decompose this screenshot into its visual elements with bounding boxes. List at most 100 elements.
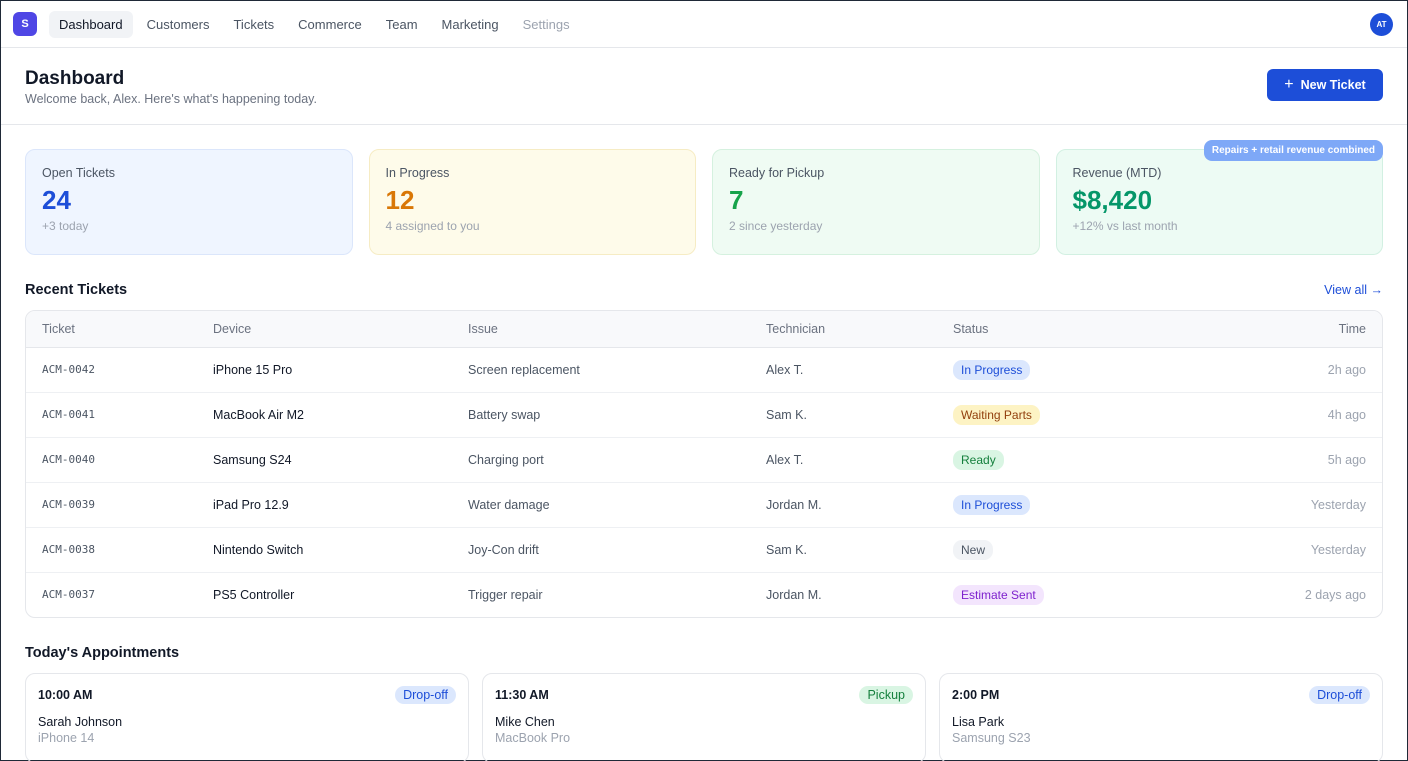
recent-tickets-header: Recent Tickets View all →: [1, 282, 1407, 298]
appointment-time: 10:00 AM: [38, 688, 93, 702]
device: Samsung S24: [213, 437, 468, 483]
device: iPhone 15 Pro: [213, 347, 468, 393]
column-header-status[interactable]: Status: [953, 311, 1153, 348]
stats-row: Open Tickets 24 +3 today In Progress 12 …: [1, 125, 1407, 255]
revenue-tooltip: Repairs + retail revenue combined: [1203, 140, 1383, 161]
time: 2 days ago: [1304, 587, 1366, 602]
tab-marketing[interactable]: Marketing: [432, 11, 509, 38]
issue: Screen replacement: [468, 347, 766, 393]
device: MacBook Air M2: [213, 392, 468, 438]
appointment-device: MacBook Pro: [495, 731, 571, 745]
table-row[interactable]: ACM-0037 PS5 Controller Trigger repair J…: [26, 572, 1382, 617]
stat-card-in-progress[interactable]: In Progress 12 4 assigned to you: [368, 149, 696, 255]
technician: Jordan M.: [766, 587, 822, 602]
status-cell: Waiting Parts: [953, 392, 1153, 438]
appointment-type-badge: Pickup: [859, 686, 913, 704]
technician: Sam K.: [766, 392, 953, 438]
stat-card-revenue[interactable]: Repairs + retail revenue combined Revenu…: [1055, 140, 1383, 255]
device: Nintendo Switch: [213, 527, 468, 573]
stat-label: Open Tickets: [42, 166, 115, 180]
status-badge: In Progress: [953, 359, 1031, 380]
appointment-time: 11:30 AM: [495, 688, 549, 702]
top-nav: S Dashboard Customers Tickets Commerce T…: [1, 1, 1407, 48]
technician: Alex T.: [766, 347, 953, 393]
stat-value: 7: [729, 185, 744, 215]
table-row[interactable]: ACM-0042 iPhone 15 Pro Screen replacemen…: [26, 347, 1382, 393]
device: iPad Pro 12.9: [213, 482, 468, 528]
stat-value: $8,420: [1072, 185, 1153, 215]
new-ticket-button[interactable]: + New Ticket: [1267, 69, 1383, 101]
table-row[interactable]: ACM-0039 iPad Pro 12.9 Water damage Jord…: [26, 482, 1382, 528]
stat-sub: +3 today: [42, 219, 89, 233]
time: Yesterday: [1153, 527, 1382, 573]
status-cell: In Progress: [953, 482, 1153, 528]
column-header-device[interactable]: Device: [213, 311, 468, 348]
issue: Joy-Con drift: [468, 527, 766, 573]
page-header: Dashboard Welcome back, Alex. Here's wha…: [1, 48, 1407, 125]
table-row[interactable]: ACM-0041 MacBook Air M2 Battery swap Sam…: [26, 392, 1382, 438]
appointment-type-badge: Drop-off: [1309, 686, 1370, 704]
appointment-card[interactable]: 10:00 AM Drop-off Sarah Johnson iPhone 1…: [25, 673, 469, 761]
appointments-header: Today's Appointments: [1, 645, 1407, 661]
ticket-id: ACM-0037: [42, 588, 95, 602]
tab-settings[interactable]: Settings: [513, 11, 580, 38]
recent-tickets-title: Recent Tickets: [25, 282, 128, 298]
view-all-link[interactable]: View all →: [1324, 283, 1383, 297]
stat-label: In Progress: [385, 166, 450, 180]
status-badge: Waiting Parts: [953, 404, 1040, 425]
status-cell: Estimate Sent: [953, 572, 1153, 617]
table-row[interactable]: ACM-0040 Samsung S24 Charging port Alex …: [26, 437, 1382, 483]
page-title: Dashboard: [25, 68, 125, 89]
issue: Charging port: [468, 437, 766, 483]
column-header-technician[interactable]: Technician: [766, 311, 953, 348]
tab-customers[interactable]: Customers: [137, 11, 220, 38]
appointment-type-badge: Drop-off: [395, 686, 456, 704]
stat-card-open-tickets[interactable]: Open Tickets 24 +3 today: [25, 149, 353, 255]
time: 2h ago: [1153, 347, 1382, 393]
issue: Trigger repair: [468, 587, 543, 602]
tab-team[interactable]: Team: [376, 11, 428, 38]
ticket-id: ACM-0042: [26, 347, 213, 393]
appointment-customer: Lisa Park: [952, 715, 1005, 729]
appointment-device: iPhone 14: [38, 731, 95, 745]
stat-label: Ready for Pickup: [729, 166, 825, 180]
page-subtitle: Welcome back, Alex. Here's what's happen…: [25, 92, 317, 106]
status-badge: Estimate Sent: [953, 584, 1044, 605]
appointments-row: 10:00 AM Drop-off Sarah Johnson iPhone 1…: [1, 661, 1407, 761]
issue: Battery swap: [468, 392, 766, 438]
table-header-row: Ticket Device Issue Technician Status Ti…: [26, 311, 1382, 348]
appointment-card[interactable]: 11:30 AM Pickup Mike Chen MacBook Pro: [482, 673, 926, 761]
time: 5h ago: [1153, 437, 1382, 483]
status-cell: In Progress: [953, 347, 1153, 393]
appointment-card[interactable]: 2:00 PM Drop-off Lisa Park Samsung S23: [939, 673, 1383, 761]
new-ticket-label: New Ticket: [1300, 78, 1366, 92]
brand-logo[interactable]: S: [13, 12, 37, 36]
tab-dashboard[interactable]: Dashboard: [49, 10, 133, 38]
column-header-time[interactable]: Time: [1153, 311, 1382, 348]
appointment-customer: Sarah Johnson: [38, 715, 123, 729]
stat-sub: 2 since yesterday: [729, 219, 823, 233]
appointments-title: Today's Appointments: [25, 645, 180, 661]
issue: Water damage: [468, 482, 766, 528]
plus-icon: +: [1284, 76, 1294, 93]
recent-tickets-table: Ticket Device Issue Technician Status Ti…: [25, 310, 1383, 618]
status-badge: Ready: [953, 449, 1004, 470]
device: PS5 Controller: [213, 587, 295, 602]
ticket-id: ACM-0039: [26, 482, 213, 528]
tab-tickets[interactable]: Tickets: [223, 11, 284, 38]
ticket-id: ACM-0040: [26, 437, 213, 483]
stat-card-ready-for-pickup[interactable]: Ready for Pickup 7 2 since yesterday: [712, 149, 1040, 255]
table-row[interactable]: ACM-0038 Nintendo Switch Joy-Con drift S…: [26, 527, 1382, 573]
appointment-customer: Mike Chen: [495, 715, 555, 729]
appointment-time: 2:00 PM: [952, 688, 1000, 702]
stat-value: 12: [385, 185, 415, 215]
technician: Jordan M.: [766, 482, 953, 528]
column-header-ticket[interactable]: Ticket: [26, 311, 213, 348]
stat-sub: 4 assigned to you: [385, 219, 480, 233]
ticket-id: ACM-0038: [26, 527, 213, 573]
technician: Sam K.: [766, 527, 953, 573]
tab-commerce[interactable]: Commerce: [288, 11, 372, 38]
column-header-issue[interactable]: Issue: [468, 311, 766, 348]
ticket-id: ACM-0041: [26, 392, 213, 438]
user-avatar[interactable]: AT: [1370, 13, 1393, 36]
